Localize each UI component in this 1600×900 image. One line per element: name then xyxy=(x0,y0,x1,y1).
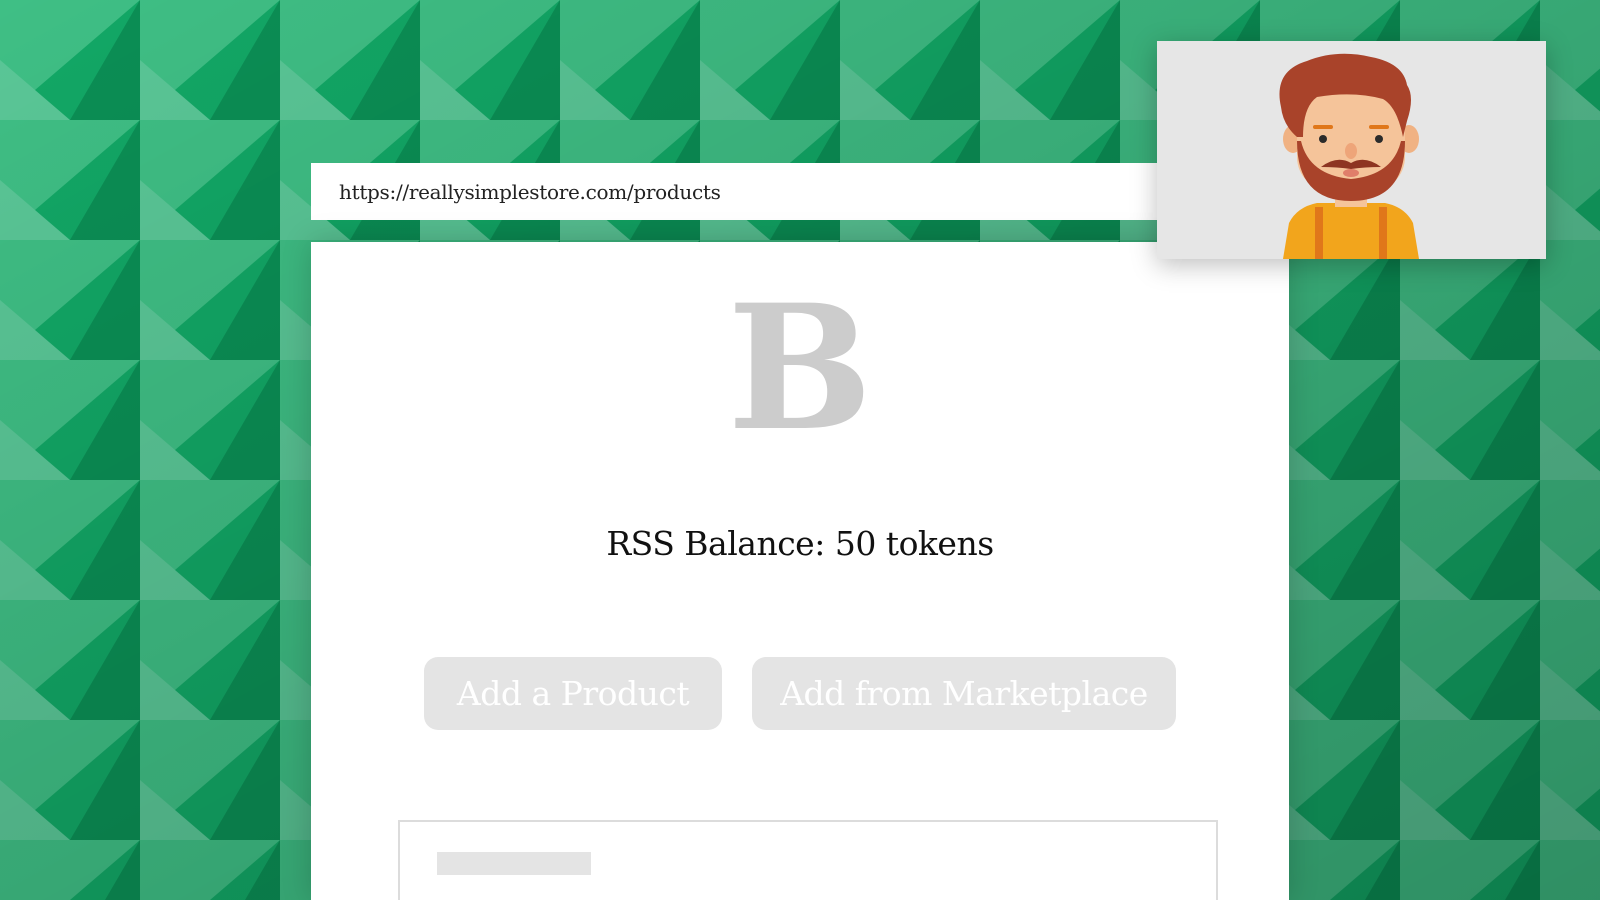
product-card xyxy=(398,820,1218,900)
url-text: https://reallysimplestore.com/products xyxy=(339,179,721,204)
product-title-placeholder xyxy=(437,852,591,875)
store-page: B RSS Balance: 50 tokens Add a Product A… xyxy=(311,242,1289,900)
user-avatar-panel xyxy=(1157,41,1546,259)
address-bar[interactable]: https://reallysimplestore.com/products xyxy=(311,163,1169,220)
token-balance: RSS Balance: 50 tokens xyxy=(606,524,994,563)
store-logo: B xyxy=(727,266,873,469)
bearded-man-avatar-icon xyxy=(1279,53,1419,259)
add-from-marketplace-button[interactable]: Add from Marketplace xyxy=(752,657,1176,730)
add-product-button[interactable]: Add a Product xyxy=(424,657,722,730)
